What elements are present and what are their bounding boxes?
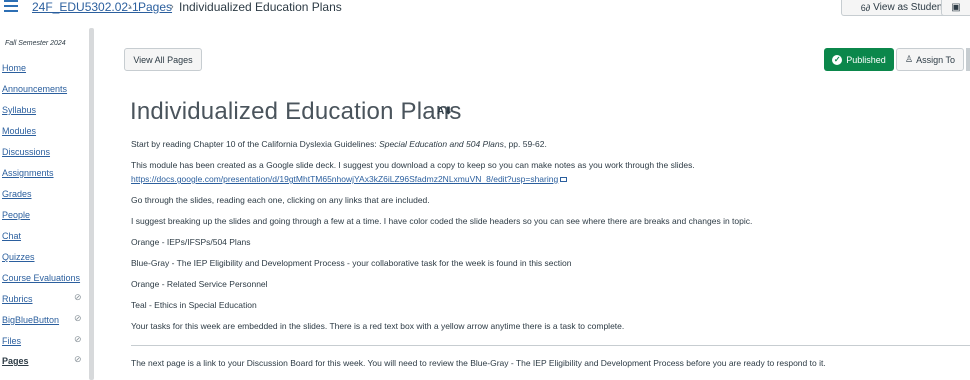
page-content: View All Pages ✓ Published ♙ Assign To I… <box>100 18 970 380</box>
slide-deck-link-row: https://docs.google.com/presentation/d/1… <box>131 174 568 185</box>
paragraph-blue-gray: Blue-Gray - The IEP Eligibility and Deve… <box>131 258 572 268</box>
text-span: Start by reading Chapter 10 of the Calif… <box>131 139 380 149</box>
paragraph-go-through: Go through the slides, reading each one,… <box>131 195 430 205</box>
paragraph-slide-deck: This module has been created as a Google… <box>131 160 695 170</box>
assign-to-label: Assign To <box>916 54 955 65</box>
sidebar-item-bigbluebutton[interactable]: BigBlueButton <box>2 315 59 325</box>
sidebar-item-modules[interactable]: Modules <box>2 126 36 136</box>
course-navigation: Fall Semester 2024 Home Announcements Sy… <box>0 40 88 380</box>
hidden-eye-icon: ⊘ <box>74 292 82 302</box>
sidebar-item-pages[interactable]: Pages <box>2 356 29 366</box>
sidebar-item-discussions[interactable]: Discussions <box>2 147 50 157</box>
sidebar-item-chat[interactable]: Chat <box>2 231 21 241</box>
glasses-icon: 6∂ <box>860 2 871 13</box>
breadcrumb-pages[interactable]: Pages <box>138 0 172 14</box>
page-title: Individualized Education Plans <box>130 98 462 125</box>
external-link-icon <box>560 177 568 182</box>
paragraph-reading: Start by reading Chapter 10 of the Calif… <box>131 139 547 150</box>
term-label: Fall Semester 2024 <box>5 40 66 47</box>
sidebar-item-quizzes[interactable]: Quizzes <box>2 252 35 262</box>
user-icon: ♙ <box>905 54 914 64</box>
view-as-student-label: View as Student <box>873 2 946 13</box>
hidden-eye-icon: ⊘ <box>74 354 82 364</box>
sidebar-item-people[interactable]: People <box>2 210 30 220</box>
sidebar-scrollbar[interactable] <box>89 28 94 380</box>
paragraph-orange-related: Orange - Related Service Personnel <box>131 279 268 289</box>
breadcrumb-separator-icon: › <box>170 1 174 13</box>
sidebar-item-course-evaluations[interactable]: Course Evaluations <box>2 273 80 283</box>
text-size-icon[interactable]: A⬇ <box>437 106 453 117</box>
breadcrumb-current-page: Individualized Education Plans <box>179 0 342 14</box>
sidebar-item-home[interactable]: Home <box>2 63 26 73</box>
sidebar-item-grades[interactable]: Grades <box>2 189 32 199</box>
immersive-reader-button[interactable]: ▣ <box>941 0 970 16</box>
divider <box>131 345 970 346</box>
published-button[interactable]: ✓ Published <box>824 48 894 71</box>
sidebar-item-assignments[interactable]: Assignments <box>2 168 54 178</box>
sidebar-item-files[interactable]: Files <box>2 336 21 346</box>
slide-deck-link[interactable]: https://docs.google.com/presentation/d/1… <box>131 174 558 184</box>
sidebar-item-announcements[interactable]: Announcements <box>2 84 67 94</box>
hamburger-menu-icon[interactable] <box>4 0 18 12</box>
check-circle-icon: ✓ <box>832 54 843 65</box>
text-span: , pp. 59-62. <box>503 139 547 149</box>
sidebar-item-syllabus[interactable]: Syllabus <box>2 105 36 115</box>
hidden-eye-icon: ⊘ <box>74 334 82 344</box>
published-label: Published <box>846 54 886 65</box>
paragraph-suggest: I suggest breaking up the slides and goi… <box>131 216 753 226</box>
book-title: Special Education and 504 Plans <box>379 139 504 149</box>
hidden-eye-icon: ⊘ <box>74 313 82 323</box>
paragraph-tasks: Your tasks for this week are embedded in… <box>131 321 625 331</box>
reader-icon: ▣ <box>951 2 961 13</box>
top-navigation-bar: 24F_EDU5302.02-1 › Pages › Individualize… <box>0 0 970 18</box>
breadcrumb-separator-icon: › <box>128 1 132 13</box>
paragraph-teal: Teal - Ethics in Special Education <box>131 300 257 310</box>
view-all-pages-button[interactable]: View All Pages <box>124 48 202 71</box>
sidebar-item-rubrics[interactable]: Rubrics <box>2 294 33 304</box>
assign-to-button[interactable]: ♙ Assign To <box>896 48 964 71</box>
paragraph-orange-ieps: Orange - IEPs/IFSPs/504 Plans <box>131 237 251 247</box>
more-options-button[interactable] <box>966 48 970 71</box>
paragraph-next-page: The next page is a link to your Discussi… <box>131 358 826 368</box>
breadcrumb-course[interactable]: 24F_EDU5302.02-1 <box>32 0 139 14</box>
